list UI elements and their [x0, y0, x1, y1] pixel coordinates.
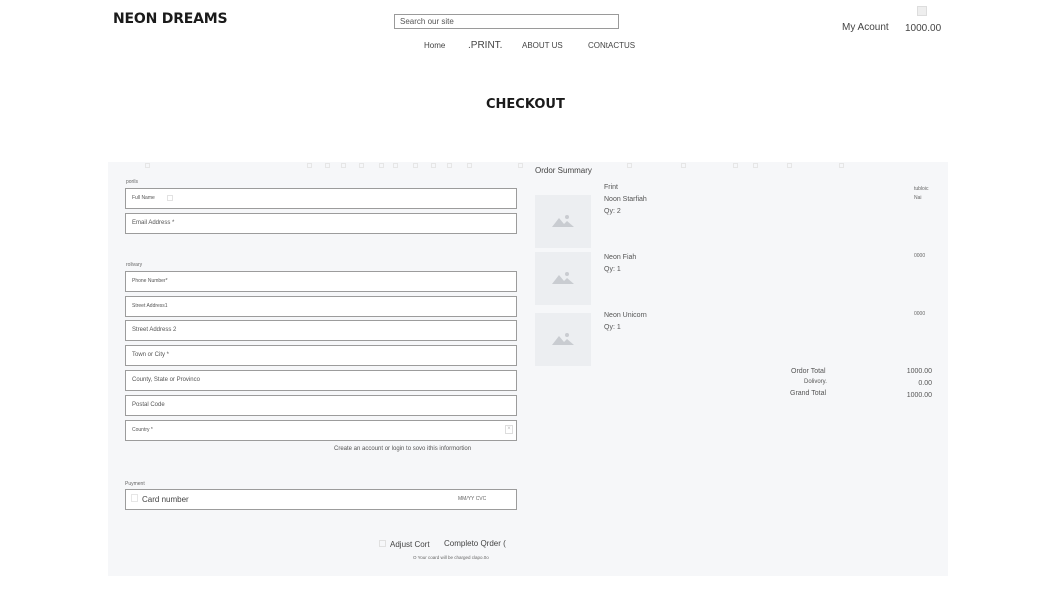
card-number-placeholder: Card number — [142, 495, 189, 504]
nav-about[interactable]: ABOUT US — [522, 41, 563, 50]
item-1-price-line2: Nai — [914, 195, 922, 201]
item-3-name: Neon Unicorn — [604, 312, 647, 319]
payment-section-label: Puyment — [125, 481, 145, 487]
order-item-1: Frint Noon Starfiah Qy: 2 — [604, 182, 647, 218]
account-help-text[interactable]: Create an account or login to sovo ithis… — [334, 446, 471, 452]
item-1-price-line1: tubloic — [914, 186, 929, 192]
item-3-qty: Qy: 1 — [604, 324, 621, 331]
grand-total-label: Grand Total — [790, 390, 827, 397]
town-city-field[interactable]: Town or City * — [125, 345, 517, 366]
delivery-value: 0.00 — [918, 380, 932, 387]
country-placeholder: Country * — [132, 427, 153, 433]
close-icon[interactable]: × — [505, 425, 513, 434]
postal-code-field[interactable]: Postal Code — [125, 395, 517, 416]
order-item-3: Neon Unicorn Qy: 1 — [604, 310, 647, 334]
checkbox-icon[interactable] — [379, 540, 386, 547]
adjust-cart-link[interactable]: Adjust Cort — [390, 540, 430, 549]
field-status-icon — [166, 194, 173, 201]
item-2-qty: Qy: 1 — [604, 266, 621, 273]
full-name-field[interactable]: Full Name — [125, 188, 517, 209]
nav-home[interactable]: Home — [424, 41, 445, 50]
full-name-placeholder: Full Name — [132, 195, 155, 201]
order-total-label: Ordor Total — [791, 368, 826, 375]
faint-decoration-row — [108, 162, 948, 170]
page-title: CHECKOUT — [486, 97, 565, 112]
image-placeholder-icon — [535, 252, 591, 305]
item-1-name: Noon Starfiah — [604, 196, 647, 203]
site-header: NEON DREAMS Search our site Home .PRINT.… — [0, 0, 1061, 60]
site-logo[interactable]: NEON DREAMS — [113, 11, 228, 27]
my-account-link[interactable]: My Acount — [842, 22, 889, 33]
credit-card-icon — [131, 494, 138, 502]
image-placeholder-icon — [535, 313, 591, 366]
nav-contact[interactable]: CONtACTUS — [588, 41, 635, 50]
street-address-1-field[interactable]: Street Address1 — [125, 296, 517, 317]
search-input[interactable]: Search our site — [394, 14, 619, 29]
order-item-2: Neon Fiah Qy: 1 — [604, 252, 636, 276]
checkout-panel: porils Full Name Email Address * rolivar… — [108, 162, 948, 576]
item-2-price: 0000 — [914, 253, 926, 259]
country-field[interactable]: Country * × — [125, 420, 517, 441]
cart-icon[interactable] — [917, 6, 927, 16]
item-3-price: 0000 — [914, 311, 926, 317]
item-1-qty: Qy: 2 — [604, 208, 621, 215]
contact-section-label: porils — [126, 179, 138, 185]
delivery-label: Dolivory. — [804, 379, 827, 385]
card-number-field[interactable]: Card number MM/YY CVC — [125, 489, 517, 510]
cart-total[interactable]: 1000.00 — [905, 23, 941, 34]
image-placeholder-icon — [535, 195, 591, 248]
street-address-2-field[interactable]: Street Address 2 — [125, 320, 517, 341]
card-expiry-cvc: MM/YY CVC — [458, 496, 487, 502]
email-field[interactable]: Email Address * — [125, 213, 517, 234]
item-1-line1: Frint — [604, 184, 618, 191]
phone-field[interactable]: Phone Number* — [125, 271, 517, 292]
item-2-name: Neon Fiah — [604, 254, 637, 261]
item-1-price: tubloic Nai — [914, 185, 928, 203]
complete-order-button[interactable]: Completo Qrder ( — [444, 539, 506, 548]
county-state-field[interactable]: County, State or Provinco — [125, 370, 517, 391]
delivery-section-label: rolivary — [126, 262, 143, 268]
charge-note: O Your coard will be charged clapo.0o — [413, 555, 489, 560]
grand-total-value: 1000.00 — [906, 392, 932, 399]
order-summary-title: Ordor Summary — [535, 166, 592, 175]
nav-print[interactable]: .PRINT. — [468, 40, 502, 51]
order-total-value: 1000.00 — [906, 368, 932, 375]
